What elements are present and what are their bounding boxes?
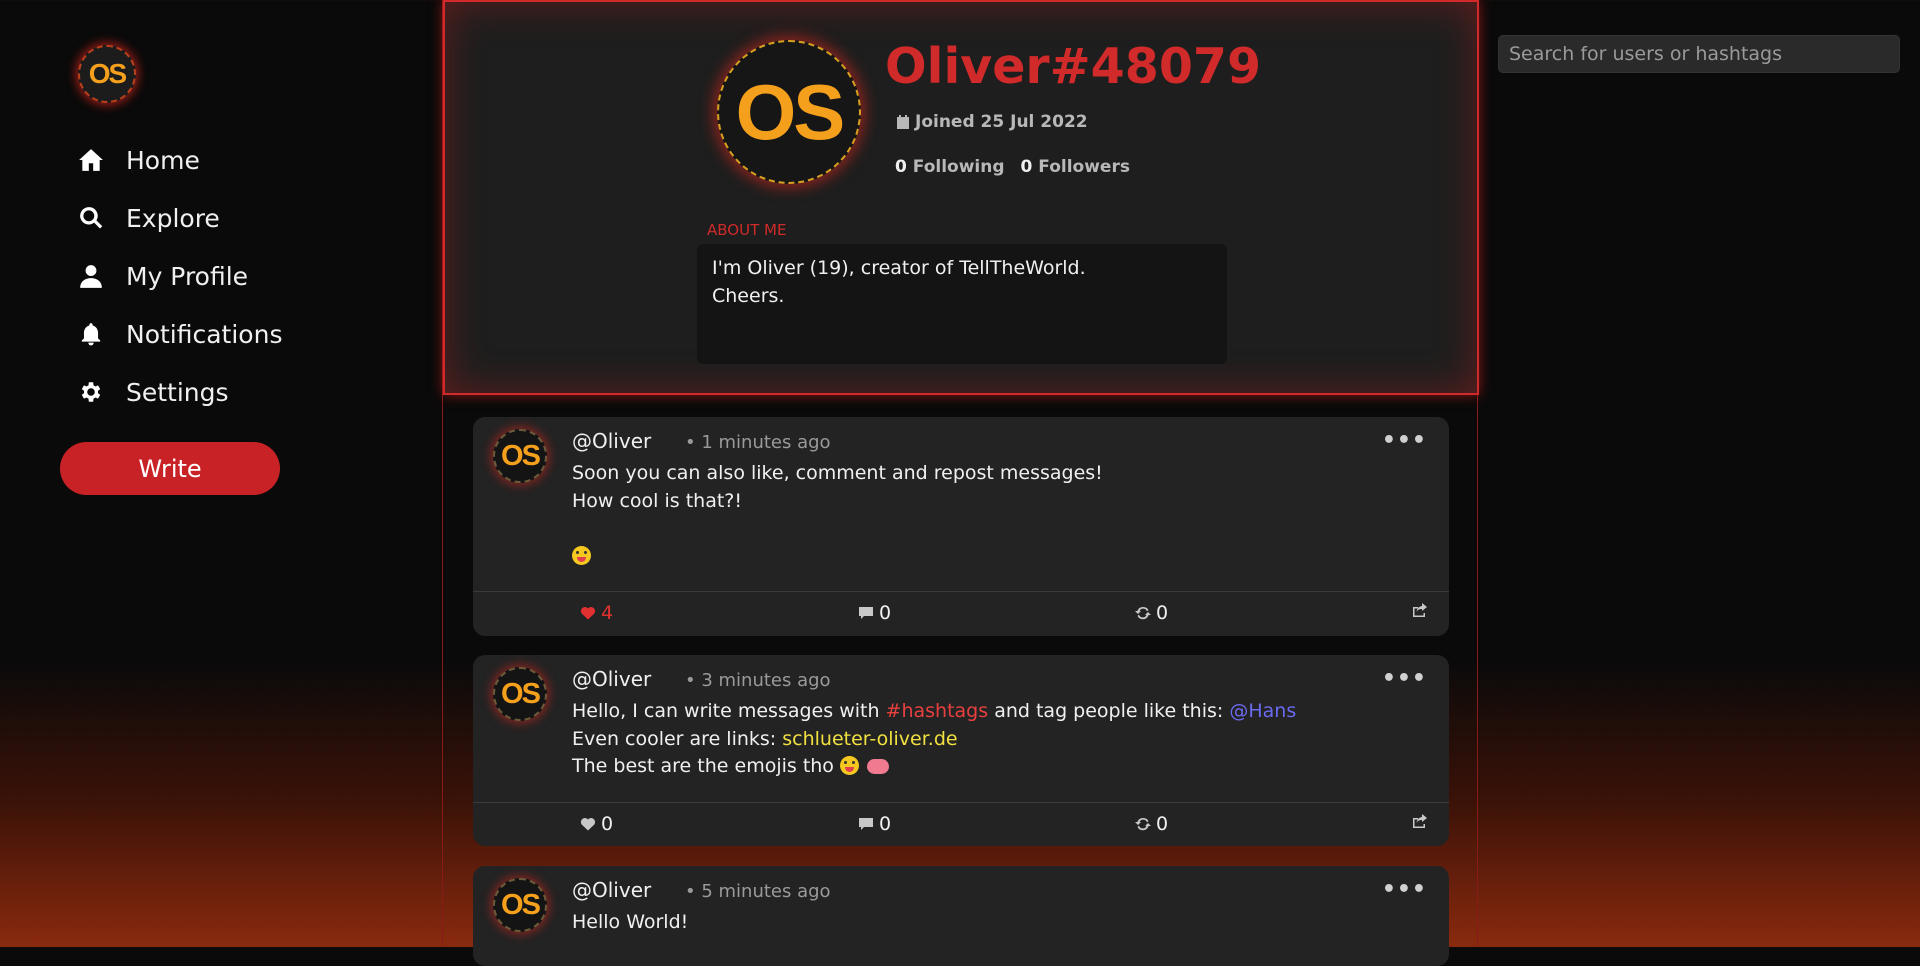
repost-icon <box>1135 817 1151 831</box>
nav-item-label: My Profile <box>126 261 249 291</box>
post-line: Hello, I can write messages with #hashta… <box>572 698 1296 726</box>
heart-icon <box>580 818 596 831</box>
about-line: I'm Oliver (19), creator of TellTheWorld… <box>712 257 1086 279</box>
about-me-box: I'm Oliver (19), creator of TellTheWorld… <box>697 244 1227 364</box>
comment-icon <box>859 607 873 619</box>
profile-username: Oliver#48079 <box>885 38 1262 95</box>
share-button[interactable] <box>1412 813 1433 829</box>
post-text: The best are the emojis tho <box>572 755 840 777</box>
post-line: Soon you can also like, comment and repo… <box>572 462 1103 484</box>
followers-link[interactable]: 0 Followers <box>1021 157 1130 177</box>
post-author[interactable]: @Oliver <box>572 878 651 902</box>
comment-button[interactable]: 0 <box>858 602 891 624</box>
following-link[interactable]: 0 Following <box>895 157 1005 177</box>
nav-item-notifications[interactable]: Notifications <box>78 305 282 363</box>
post-author[interactable]: @Oliver <box>572 667 651 691</box>
bell-icon <box>81 323 101 346</box>
nav-item-label: Home <box>126 145 200 175</box>
url-link[interactable]: schlueter-oliver.de <box>782 728 957 750</box>
post-line <box>572 515 1103 543</box>
post-text: Hello, I can write messages with <box>572 700 886 722</box>
post-card[interactable]: OS @Oliver • 1 minutes ago ••• Soon you … <box>473 417 1449 636</box>
repost-button[interactable]: 0 <box>1135 602 1168 624</box>
profile-joined: Joined 25 Jul 2022 <box>895 112 1088 132</box>
post-line: Hello World! <box>572 911 689 933</box>
comment-count: 0 <box>879 813 892 835</box>
tongue-emoji-icon <box>572 545 591 565</box>
repost-button[interactable]: 0 <box>1135 813 1168 835</box>
followers-count: 0 <box>1020 157 1033 177</box>
like-count: 0 <box>601 813 614 835</box>
share-icon <box>1413 814 1427 828</box>
post-card[interactable]: OS @Oliver • 5 minutes ago ••• Hello Wor… <box>473 866 1449 966</box>
post-text: Even cooler are links: <box>572 727 783 750</box>
post-line: The best are the emojis tho <box>572 753 1296 781</box>
followers-label: Followers <box>1038 157 1130 177</box>
write-button[interactable]: Write <box>60 442 280 495</box>
nav-item-label: Notifications <box>126 319 283 349</box>
main-column: OS Oliver#48079 Joined 25 Jul 2022 0 Fol… <box>442 0 1479 966</box>
post-actions: 0 0 0 <box>473 802 1449 846</box>
profile-avatar: OS <box>717 40 861 184</box>
following-count: 0 <box>895 157 907 177</box>
post-body: Hello World! <box>572 909 688 937</box>
home-icon <box>79 149 103 171</box>
post-body: Soon you can also like, comment and repo… <box>572 460 1103 570</box>
calendar-icon <box>897 115 909 129</box>
comment-button[interactable]: 0 <box>858 813 891 835</box>
tongue-emoji-icon <box>839 756 859 775</box>
post-text: and tag people like this: <box>988 700 1230 722</box>
post-body: Hello, I can write messages with #hashta… <box>572 698 1296 781</box>
comment-count: 0 <box>879 602 892 624</box>
pig-emoji-icon <box>866 759 889 774</box>
search-icon <box>80 207 103 229</box>
post-card[interactable]: OS @Oliver • 3 minutes ago ••• Hello, I … <box>473 655 1449 846</box>
following-label: Following <box>912 157 1005 177</box>
post-more-icon[interactable]: ••• <box>1382 428 1427 453</box>
like-count: 4 <box>601 602 614 624</box>
nav-item-label: Explore <box>126 203 220 233</box>
about-line: Cheers. <box>712 285 785 307</box>
post-actions: 4 0 0 <box>473 591 1449 635</box>
post-avatar[interactable]: OS <box>493 878 547 932</box>
post-timestamp: • 5 minutes ago <box>685 881 831 902</box>
like-button[interactable]: 0 <box>580 813 613 835</box>
app-logo[interactable]: OS <box>78 45 136 103</box>
post-avatar[interactable]: OS <box>493 667 547 721</box>
comment-icon <box>859 818 873 830</box>
share-icon <box>1413 603 1427 617</box>
main-nav: Home Explore My Profile Notifications Se… <box>78 131 282 421</box>
profile-follow-stats: 0 Following 0 Followers <box>895 157 1130 177</box>
nav-item-label: Settings <box>126 377 229 407</box>
search-input[interactable] <box>1498 35 1900 73</box>
gear-icon <box>81 382 101 402</box>
repost-count: 0 <box>1156 813 1169 835</box>
post-avatar[interactable]: OS <box>493 429 547 483</box>
nav-item-home[interactable]: Home <box>78 131 282 189</box>
hashtag-link[interactable]: #hashtags <box>886 700 989 722</box>
post-more-icon[interactable]: ••• <box>1382 666 1427 691</box>
like-button[interactable]: 4 <box>580 602 613 624</box>
mention-link[interactable]: @Hans <box>1229 700 1296 722</box>
post-more-icon[interactable]: ••• <box>1382 877 1427 902</box>
profile-header: OS Oliver#48079 Joined 25 Jul 2022 0 Fol… <box>443 0 1479 395</box>
sidebar: OS Home Explore My Profile Notifications… <box>0 0 440 947</box>
post-author[interactable]: @Oliver <box>572 429 651 453</box>
post-line <box>572 543 1103 571</box>
post-line: How cool is that?! <box>572 489 743 512</box>
nav-item-my-profile[interactable]: My Profile <box>78 247 282 305</box>
about-me-label: ABOUT ME <box>707 221 787 239</box>
post-timestamp: • 3 minutes ago <box>685 670 831 691</box>
post-timestamp: • 1 minutes ago <box>685 432 831 453</box>
repost-count: 0 <box>1156 602 1169 624</box>
nav-item-explore[interactable]: Explore <box>78 189 282 247</box>
user-icon <box>80 265 102 288</box>
post-line: Even cooler are links: schlueter-oliver.… <box>572 726 1296 754</box>
share-button[interactable] <box>1412 602 1433 618</box>
heart-icon <box>580 607 596 620</box>
repost-icon <box>1135 606 1151 620</box>
profile-joined-text: Joined 25 Jul 2022 <box>915 112 1088 132</box>
nav-item-settings[interactable]: Settings <box>78 363 282 421</box>
